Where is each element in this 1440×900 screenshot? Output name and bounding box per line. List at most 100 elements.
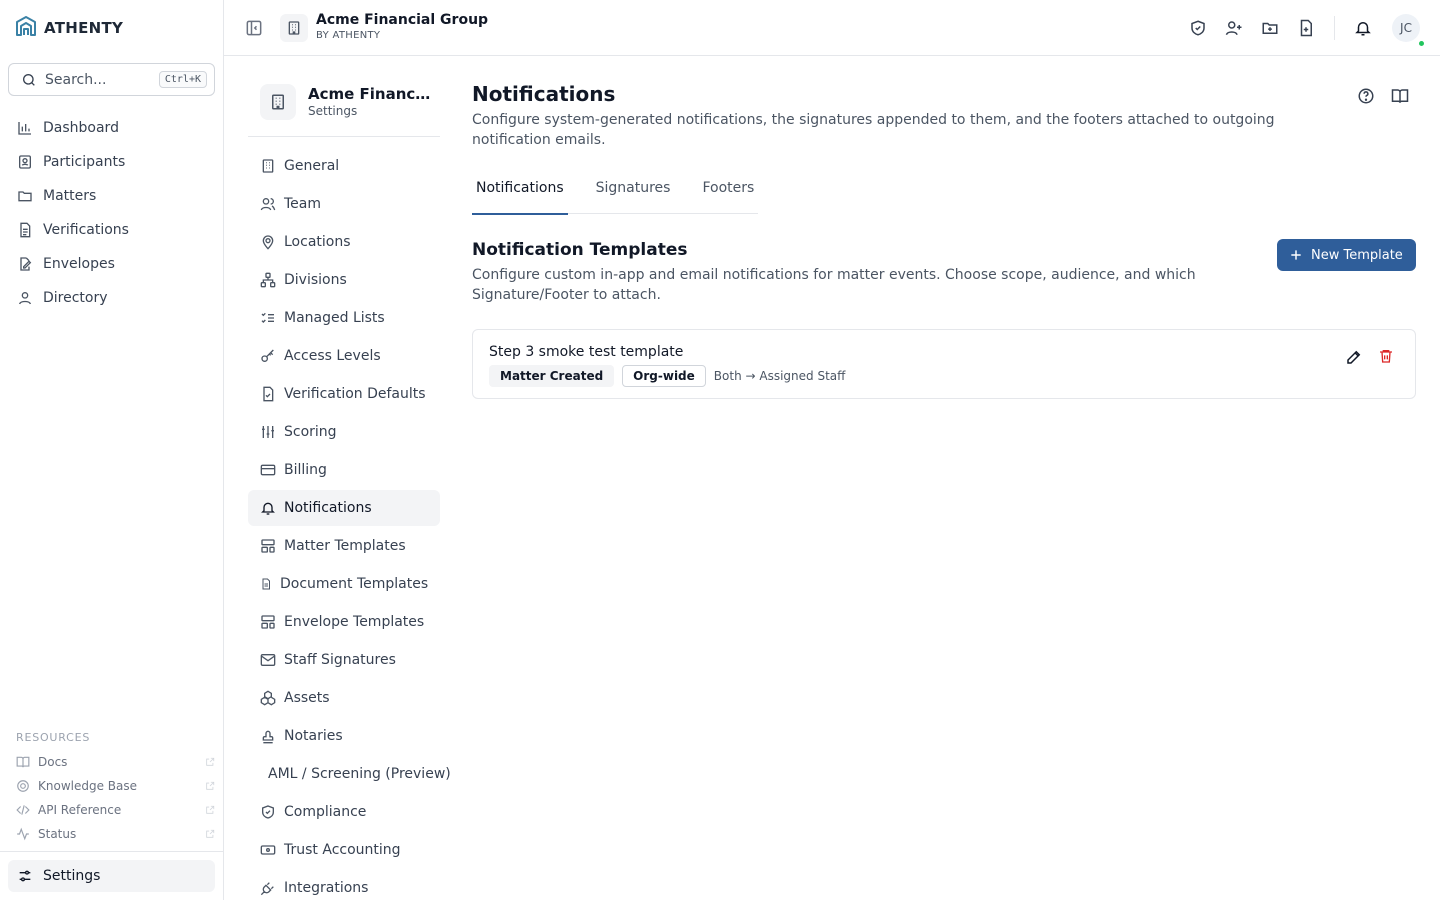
search-input[interactable]: Search... Ctrl+K <box>8 63 215 96</box>
search-shortcut: Ctrl+K <box>158 71 207 88</box>
settings-nav-label: Document Templates <box>280 576 429 592</box>
nav-item-envelopes[interactable]: Envelopes <box>8 247 215 281</box>
resource-item-api-reference[interactable]: API Reference <box>8 798 215 822</box>
settings-nav-locations[interactable]: Locations <box>248 224 440 260</box>
settings-nav-label: Managed Lists <box>284 310 385 326</box>
settings-nav-matter-templates[interactable]: Matter Templates <box>248 528 440 564</box>
logo[interactable]: ATHENTY <box>14 14 123 42</box>
users-icon <box>260 196 276 212</box>
settings-nav-label: Staff Signatures <box>284 652 396 668</box>
avatar[interactable]: JC <box>1392 14 1420 42</box>
file-text-icon <box>17 222 33 238</box>
settings-nav-integrations[interactable]: Integrations <box>248 870 440 900</box>
section-description: Configure custom in-app and email notifi… <box>472 267 1196 303</box>
shield-check-icon[interactable] <box>1189 19 1207 37</box>
nav-item-participants[interactable]: Participants <box>8 145 215 179</box>
nav-item-settings[interactable]: Settings <box>8 860 215 892</box>
new-template-button[interactable]: New Template <box>1277 239 1416 271</box>
sidebar-collapse-icon[interactable] <box>244 18 264 38</box>
top-bar: Acme Financial Group BY ATHENTY JC <box>224 0 1440 56</box>
settings-nav-aml-screening[interactable]: AML / Screening (Preview) <box>248 756 451 792</box>
settings-nav-label: Locations <box>284 234 351 250</box>
org-byline: BY ATHENTY <box>316 30 381 41</box>
layout-template-icon <box>260 614 276 630</box>
nav-item-dashboard[interactable]: Dashboard <box>8 111 215 145</box>
credit-card-icon <box>260 462 276 478</box>
nav-item-label: Matters <box>43 188 97 204</box>
scope-badge: Org-wide <box>622 365 706 387</box>
settings-nav-access-levels[interactable]: Access Levels <box>248 338 440 374</box>
settings-nav-compliance[interactable]: Compliance <box>248 794 440 830</box>
settings-nav-label: Compliance <box>284 804 367 820</box>
settings-nav-label: Divisions <box>284 272 347 288</box>
trash-icon[interactable] <box>1378 348 1394 364</box>
settings-nav-notaries[interactable]: Notaries <box>248 718 440 754</box>
resources-list: Docs Knowledge Base API Reference Status <box>8 750 215 846</box>
nav-item-directory[interactable]: Directory <box>8 281 215 315</box>
nav-item-verifications[interactable]: Verifications <box>8 213 215 247</box>
layout-template-icon <box>260 538 276 554</box>
user-icon <box>17 290 33 306</box>
brand-name: ATHENTY <box>44 19 124 37</box>
settings-nav-label: Assets <box>284 690 330 706</box>
settings-nav: General Team Locations Divisions Managed… <box>248 148 451 900</box>
org-avatar <box>280 14 308 42</box>
settings-nav-general[interactable]: General <box>248 148 440 184</box>
resource-item-docs[interactable]: Docs <box>8 750 215 774</box>
nav-item-label: Dashboard <box>43 120 119 136</box>
building-icon <box>269 93 287 111</box>
settings-nav-staff-signatures[interactable]: Staff Signatures <box>248 642 440 678</box>
file-plus-icon[interactable] <box>1297 19 1315 37</box>
settings-nav-verification-defaults[interactable]: Verification Defaults <box>248 376 440 412</box>
settings-nav-label: Access Levels <box>284 348 381 364</box>
book-open-icon[interactable] <box>1391 87 1409 105</box>
settings-nav-document-templates[interactable]: Document Templates <box>248 566 440 602</box>
resource-item-knowledge-base[interactable]: Knowledge Base <box>8 774 215 798</box>
tab-notifications[interactable]: Notifications <box>472 170 568 215</box>
tab-signatures[interactable]: Signatures <box>592 170 675 214</box>
resources-title: RESOURCES <box>16 731 91 744</box>
settings-nav-assets[interactable]: Assets <box>248 680 440 716</box>
external-link-icon <box>205 805 215 815</box>
settings-subtitle: Settings <box>308 104 358 118</box>
settings-nav-envelope-templates[interactable]: Envelope Templates <box>248 604 440 640</box>
folder-plus-icon[interactable] <box>1261 19 1279 37</box>
user-plus-icon[interactable] <box>1225 19 1243 37</box>
settings-nav-notifications[interactable]: Notifications <box>248 490 440 526</box>
code-icon <box>16 803 30 817</box>
page-description: Configure system-generated notifications… <box>472 112 1275 148</box>
settings-nav-label: Integrations <box>284 880 369 896</box>
nav-item-matters[interactable]: Matters <box>8 179 215 213</box>
small-file-icon <box>260 578 272 590</box>
settings-nav-managed-lists[interactable]: Managed Lists <box>248 300 440 336</box>
sliders-vertical-icon <box>260 424 276 440</box>
settings-nav-label: Trust Accounting <box>284 842 401 858</box>
external-link-icon <box>205 757 215 767</box>
edit-icon[interactable] <box>1345 348 1363 366</box>
org-name: Acme Financial Group <box>316 12 489 28</box>
building-icon <box>286 20 302 36</box>
plus-icon <box>1289 248 1303 262</box>
settings-nav-label: Billing <box>284 462 327 478</box>
tab-footers[interactable]: Footers <box>698 170 758 214</box>
settings-nav-label: Verification Defaults <box>284 386 426 402</box>
settings-nav-scoring[interactable]: Scoring <box>248 414 440 450</box>
settings-nav-team[interactable]: Team <box>248 186 440 222</box>
search-placeholder: Search... <box>45 71 107 88</box>
help-circle-icon[interactable] <box>1357 87 1375 105</box>
resource-label: Knowledge Base <box>38 779 137 793</box>
settings-nav-billing[interactable]: Billing <box>248 452 440 488</box>
settings-nav-label: Notaries <box>284 728 343 744</box>
settings-nav-label: Team <box>284 196 322 212</box>
resource-item-status[interactable]: Status <box>8 822 215 846</box>
external-link-icon <box>205 829 215 839</box>
template-tags: Matter Created Org-wide Both → Assigned … <box>489 365 845 387</box>
network-icon <box>260 272 276 288</box>
settings-nav-trust-accounting[interactable]: Trust Accounting <box>248 832 440 868</box>
book-icon <box>16 755 30 769</box>
template-card[interactable]: Step 3 smoke test template Matter Create… <box>472 329 1416 399</box>
settings-nav-divisions[interactable]: Divisions <box>248 262 440 298</box>
app-sidebar: ATHENTY Search... Ctrl+K Dashboard Parti… <box>0 0 224 900</box>
bell-icon[interactable] <box>1354 19 1372 37</box>
plug-icon <box>260 880 276 896</box>
